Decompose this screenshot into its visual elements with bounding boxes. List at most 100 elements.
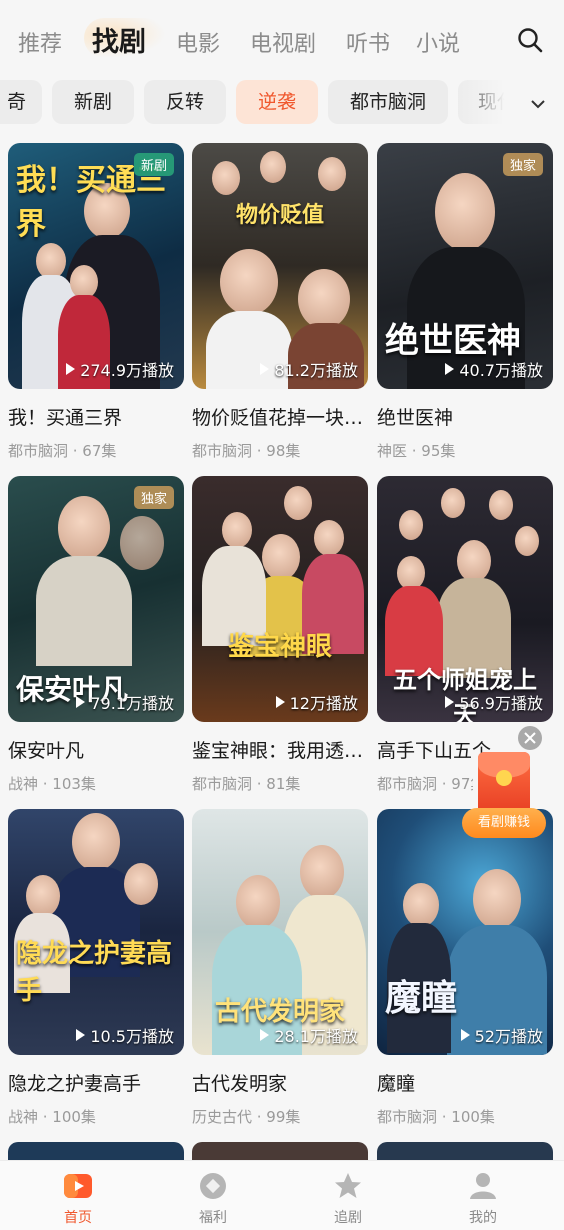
play-icon [260, 363, 270, 375]
status-badge: 独家 [133, 486, 174, 509]
tab-find-drama[interactable]: 找剧 [92, 20, 146, 59]
play-count-text: 274.9万播放 [80, 361, 174, 380]
chip-partial[interactable]: 奇 [0, 80, 42, 124]
chip-reversal[interactable]: 反转 [144, 80, 226, 124]
poster-title-text: 魔瞳 [385, 977, 458, 1019]
play-count-text: 10.5万播放 [90, 1027, 174, 1046]
drama-poster-peek[interactable] [192, 1142, 368, 1162]
play-icon [445, 363, 455, 375]
drama-card[interactable]: 我！买通三界 新剧 274.9万播放 我！买通三界 都市脑洞 · 67集 [8, 143, 184, 461]
play-icon [460, 1029, 470, 1041]
drama-title[interactable]: 绝世医神 [377, 403, 553, 430]
drama-poster[interactable]: 魔瞳 52万播放 [377, 809, 553, 1055]
tab-novels[interactable]: 小说 [416, 26, 460, 58]
play-icon [275, 696, 285, 708]
play-icon [76, 1029, 86, 1041]
drama-title[interactable]: 我！买通三界 [8, 403, 184, 430]
drama-poster[interactable]: 隐龙之护妻高手 10.5万播放 [8, 809, 184, 1055]
drama-poster[interactable]: 我！买通三界 新剧 274.9万播放 [8, 143, 184, 389]
drama-meta: 都市脑洞 · 100集 [377, 1108, 495, 1126]
drama-meta: 都市脑洞 · 67集 [8, 442, 117, 460]
nav-profile[interactable]: 我的 [433, 1161, 533, 1230]
nav-home-label: 首页 [64, 1210, 92, 1226]
drama-meta: 都市脑洞 · 98集 [192, 442, 301, 460]
tab-recommend[interactable]: 推荐 [18, 26, 62, 58]
status-badge: 独家 [502, 153, 543, 176]
play-count: 56.9万播放 [445, 690, 543, 714]
play-count-text: 81.2万播放 [274, 361, 358, 380]
tab-movies[interactable]: 电影 [176, 26, 220, 58]
status-badge: 新剧 [133, 153, 174, 176]
chip-comeback[interactable]: 逆袭 [236, 80, 318, 124]
home-icon [63, 1171, 93, 1201]
drama-card[interactable]: 物价贬值 81.2万播放 物价贬值花掉一块钱好难 都市脑洞 · 98集 [192, 143, 368, 461]
nav-following-label: 追剧 [334, 1210, 362, 1226]
gift-coin-icon [198, 1171, 228, 1201]
play-count: 40.7万播放 [445, 357, 543, 381]
drama-poster[interactable]: 五个师姐宠上天 56.9万播放 [377, 476, 553, 722]
play-count: 81.2万播放 [260, 357, 358, 381]
drama-card[interactable]: 鉴宝神眼 12万播放 鉴宝神眼：我用透视攻略女神 都市脑洞 · 81集 [192, 476, 368, 794]
drama-title[interactable]: 鉴宝神眼：我用透视攻略女神 [192, 736, 368, 763]
drama-title[interactable]: 保安叶凡 [8, 736, 184, 763]
play-count: 12万播放 [275, 690, 358, 714]
play-count-text: 56.9万播放 [459, 694, 543, 713]
coin-icon [496, 770, 512, 786]
chevron-down-icon[interactable] [528, 94, 548, 114]
category-chip-bar: 奇 新剧 反转 逆袭 都市脑洞 现代 [0, 78, 564, 130]
drama-poster[interactable]: 古代发明家 28.1万播放 [192, 809, 368, 1055]
play-count: 10.5万播放 [76, 1023, 174, 1047]
poster-title-text: 物价贬值 [235, 202, 324, 228]
drama-card[interactable]: 隐龙之护妻高手 10.5万播放 隐龙之护妻高手 战神 · 100集 [8, 809, 184, 1127]
nav-welfare-label: 福利 [199, 1210, 227, 1226]
drama-poster[interactable]: 鉴宝神眼 12万播放 [192, 476, 368, 722]
drama-card[interactable]: 保安叶凡 独家 79.1万播放 保安叶凡 战神 · 103集 [8, 476, 184, 794]
drama-title[interactable]: 古代发明家 [192, 1069, 368, 1096]
drama-card[interactable]: 绝世医神 独家 40.7万播放 绝世医神 神医 · 95集 [377, 143, 553, 461]
drama-title[interactable]: 隐龙之护妻高手 [8, 1069, 184, 1096]
drama-poster[interactable]: 绝世医神 独家 40.7万播放 [377, 143, 553, 389]
bottom-nav: 首页 福利 追剧 我的 [0, 1160, 564, 1230]
tab-audiobooks[interactable]: 听书 [346, 26, 390, 58]
drama-meta: 历史古代 · 99集 [192, 1108, 301, 1126]
play-icon [260, 1029, 270, 1041]
play-icon [445, 696, 455, 708]
search-icon[interactable] [516, 26, 544, 54]
play-count-text: 52万播放 [474, 1027, 543, 1046]
nav-profile-label: 我的 [469, 1210, 497, 1226]
drama-poster[interactable]: 物价贬值 81.2万播放 [192, 143, 368, 389]
play-count-text: 40.7万播放 [459, 361, 543, 380]
drama-meta: 都市脑洞 · 81集 [192, 775, 301, 793]
play-count-text: 12万播放 [289, 694, 358, 713]
play-count: 274.9万播放 [66, 357, 174, 381]
person-icon [468, 1171, 498, 1201]
chip-urban-fantasy[interactable]: 都市脑洞 [328, 80, 448, 124]
drama-card[interactable]: 古代发明家 28.1万播放 古代发明家 历史古代 · 99集 [192, 809, 368, 1127]
close-icon[interactable] [518, 726, 542, 750]
drama-meta: 神医 · 95集 [377, 442, 456, 460]
drama-title[interactable]: 魔瞳 [377, 1069, 553, 1096]
drama-poster-peek[interactable] [377, 1142, 553, 1162]
drama-poster[interactable]: 保安叶凡 独家 79.1万播放 [8, 476, 184, 722]
star-icon [333, 1171, 363, 1201]
nav-following[interactable]: 追剧 [298, 1161, 398, 1230]
top-tab-bar: 推荐 找剧 电影 电视剧 听书 小说 [0, 0, 564, 78]
drama-meta: 战神 · 100集 [8, 1108, 96, 1126]
poster-title-text: 鉴宝神眼 [227, 632, 332, 662]
play-icon [66, 363, 76, 375]
tab-tv-series[interactable]: 电视剧 [250, 26, 316, 58]
watch-earn-button[interactable]: 看剧赚钱 [462, 808, 546, 838]
play-count-text: 28.1万播放 [274, 1027, 358, 1046]
poster-title-text: 绝世医神 [385, 321, 521, 361]
drama-title[interactable]: 物价贬值花掉一块钱好难 [192, 403, 368, 430]
play-count: 79.1万播放 [76, 690, 174, 714]
play-icon [76, 696, 86, 708]
chip-new-drama[interactable]: 新剧 [52, 80, 134, 124]
nav-home[interactable]: 首页 [28, 1161, 128, 1230]
drama-card[interactable]: 魔瞳 52万播放 魔瞳 都市脑洞 · 100集 [377, 809, 553, 1127]
nav-welfare[interactable]: 福利 [163, 1161, 263, 1230]
play-count-text: 79.1万播放 [90, 694, 174, 713]
play-count: 52万播放 [460, 1023, 543, 1047]
drama-meta: 战神 · 103集 [8, 775, 96, 793]
drama-poster-peek[interactable] [8, 1142, 184, 1162]
